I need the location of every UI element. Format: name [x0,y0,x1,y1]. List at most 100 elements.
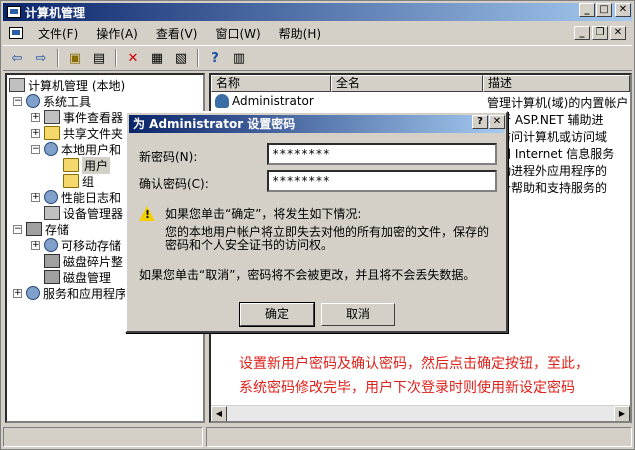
back-arrow-icon[interactable]: ⇦ [7,48,27,68]
tree-label: 磁盘管理 [63,270,112,285]
status-bar [3,427,632,447]
export-list-icon[interactable]: ▧ [171,48,191,68]
menu-file[interactable]: 文件(F) [29,25,87,42]
maximize-button[interactable]: □ [596,3,612,17]
tree-item-event-viewer[interactable]: + 事件查看器 [31,109,123,125]
tree-item-system-tools[interactable]: − 系统工具 [13,93,91,109]
mdi-restore-button[interactable]: ❐ [592,26,608,40]
perf-logs-icon [44,190,58,204]
tree-label: 计算机管理 (本地) [28,78,126,93]
ok-button[interactable]: 确定 [239,302,315,327]
tree-label: 共享文件夹 [63,126,124,141]
tools-icon [26,94,40,108]
menu-window[interactable]: 窗口(W) [206,25,269,42]
dialog-close-button[interactable]: ✕ [489,115,505,129]
tree-item-removable[interactable]: + 可移动存储 [31,237,121,253]
column-header-description[interactable]: 描述 [483,75,630,92]
column-header-fullname[interactable]: 全名 [331,75,483,92]
tree-item-users[interactable]: 用户 [63,156,111,174]
mdi-controls: _ ❐ ✕ [574,26,626,40]
shared-folder-icon [44,126,60,140]
up-folder-icon[interactable]: ▣ [65,48,85,68]
event-viewer-icon [44,110,60,124]
tree-label: 用户 [82,156,111,174]
confirm-password-input[interactable]: ******** [267,170,497,192]
expand-icon[interactable]: + [31,192,40,202]
annotation-line-2: 系统密码修改完毕，用户下次登录时则使用新设定密码 [239,380,575,396]
users-group-icon [44,142,58,156]
tree-label: 系统工具 [43,94,92,109]
set-password-dialog: 为 Administrator 设置密码 ? ✕ 新密码(N): *******… [125,111,508,333]
tree-item-shared-folders[interactable]: + 共享文件夹 [31,125,123,141]
menu-view[interactable]: 查看(V) [147,25,207,42]
help-icon[interactable]: ? [205,48,225,68]
table-row[interactable]: Administrator [211,93,314,109]
mdi-minimize-button[interactable]: _ [574,26,590,40]
delete-icon[interactable]: ✕ [123,48,143,68]
tree-label: 存储 [45,222,70,237]
warning-icon [139,206,155,221]
tree-label: 磁盘碎片整 [63,254,124,269]
tree-item-root[interactable]: 计算机管理 (本地) [9,77,125,93]
tree-label: 可移动存储 [61,238,122,253]
status-panel [3,427,203,447]
tree-item-groups[interactable]: 组 [63,173,94,189]
confirm-password-label: 确认密码(C): [139,177,209,191]
tree-label: 本地用户和 [61,142,122,157]
collapse-icon[interactable]: − [13,224,22,234]
properties-icon[interactable]: ▦ [147,48,167,68]
tree-item-device-manager[interactable]: 设备管理器 [44,205,123,221]
mdi-close-button[interactable]: ✕ [610,26,626,40]
user-icon [215,94,229,108]
folder-icon [63,174,79,188]
warning-heading: 如果您单击“确定”，将发生如下情况: [165,207,362,221]
computer-icon [9,78,25,92]
expand-icon[interactable]: + [13,288,22,298]
tree-item-local-users[interactable]: − 本地用户和 [31,141,121,157]
user-description: 管理计算机(域)的内置帐户 [487,96,629,110]
dialog-help-button[interactable]: ? [472,115,488,129]
horizontal-scrollbar[interactable]: ◀ ▶ [211,405,630,421]
new-password-input[interactable]: ******** [267,143,497,165]
annotation-line-1: 设置新用户密码及确认密码，然后点击确定按钮，至此， [239,356,589,372]
user-name: Administrator [232,94,314,108]
column-header-name[interactable]: 名称 [211,75,331,92]
tree-item-disk-management[interactable]: 磁盘管理 [44,269,111,285]
expand-icon[interactable]: + [31,240,40,250]
show-tree-icon[interactable]: ▤ [89,48,109,68]
minimize-button[interactable]: _ [579,3,595,17]
cancel-note: 如果您单击“取消”，密码将不会被更改，并且将不会丢失数据。 [139,268,476,282]
tree-item-services[interactable]: + 服务和应用程序 [13,285,127,301]
collapse-icon[interactable]: − [13,96,22,106]
scroll-right-icon[interactable]: ▶ [614,406,630,421]
cancel-button[interactable]: 取消 [321,303,395,326]
title-bar[interactable]: 计算机管理 [3,3,632,21]
tree-item-defrag[interactable]: 磁盘碎片整 [44,253,123,269]
tree-label: 设备管理器 [63,206,124,221]
close-button[interactable]: ✕ [615,3,631,17]
warning-detail-line-2: 密码和个人安全证书的访问权。 [165,238,334,252]
view-icon[interactable]: ▥ [229,48,249,68]
app-icon [7,6,21,18]
expand-icon[interactable]: + [31,112,40,122]
status-panel [206,427,632,447]
menu-action[interactable]: 操作(A) [87,25,147,42]
tree-label: 性能日志和 [61,190,122,205]
menu-help[interactable]: 帮助(H) [270,25,330,42]
toolbar-separator [115,49,117,67]
tree-label: 服务和应用程序 [43,286,128,301]
toolbar-separator [57,49,59,67]
tree-item-storage[interactable]: − 存储 [13,221,69,237]
device-manager-icon [44,206,60,220]
forward-arrow-icon[interactable]: ⇨ [31,48,51,68]
tree-item-perf-logs[interactable]: + 性能日志和 [31,189,121,205]
dialog-title[interactable]: 为 Administrator 设置密码 [129,115,504,133]
folder-open-icon [63,158,79,172]
removable-storage-icon [44,238,58,252]
scroll-left-icon[interactable]: ◀ [211,406,227,421]
storage-icon [26,222,42,236]
expand-icon[interactable]: + [31,128,40,138]
new-password-label: 新密码(N): [139,150,198,164]
mdi-child-icon[interactable] [9,27,23,39]
collapse-icon[interactable]: − [31,144,40,154]
